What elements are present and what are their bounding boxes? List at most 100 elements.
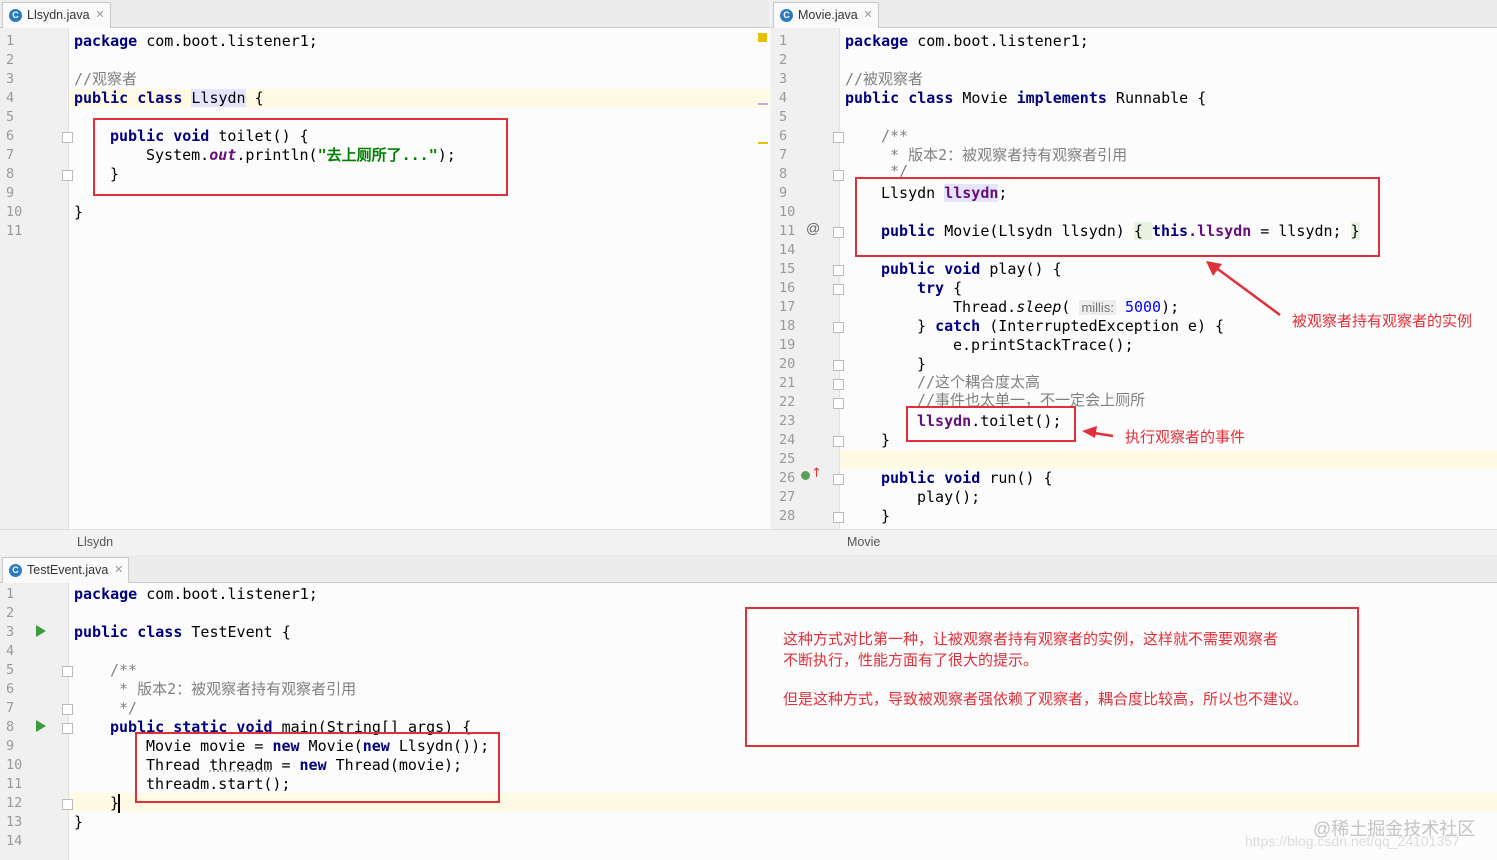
fold-marker[interactable] [833,474,844,485]
summary-text-1: 这种方式对比第一种，让被观察者持有观察者的实例，这样就不需要观察者 [783,631,1279,648]
line-number: 9 [779,185,788,201]
line-number: 6 [779,128,788,144]
line-number: 21 [779,375,796,391]
code-line: public void play() { [881,260,1062,278]
line-number: 24 [779,432,796,448]
fold-marker[interactable] [833,170,844,181]
line-gutter: 1 2 3 4 5 6 7 8 9 10 11 12 13 14 [0,583,73,860]
line-number: 10 [6,204,23,220]
line-number: 7 [6,147,15,163]
code-line: } catch (InterruptedException e) { [917,317,1225,335]
breadcrumb: Movie [771,529,1497,554]
tab-llsydn-java[interactable]: C Llsydn.java ✕ [2,2,111,28]
code-line: Thread.sleep( millis: 5000); [953,298,1180,316]
summary-text-3: 但是这种方式，导致被观察者强依赖了观察者，耦合度比较高，所以也不建议。 [783,691,1309,708]
fold-marker[interactable] [833,360,844,371]
highlight-box-field [855,177,1380,257]
line-number: 22 [779,394,796,410]
fold-marker[interactable] [833,322,844,333]
line-number: 8 [779,166,788,182]
fold-marker[interactable] [62,799,73,810]
line-number: 14 [779,242,796,258]
line-number: 13 [6,814,23,830]
warning-marker [758,33,767,42]
current-line-highlight [771,450,1497,469]
line-number: 2 [779,52,788,68]
fold-marker[interactable] [62,704,73,715]
code-line: try { [917,279,963,297]
fold-marker[interactable] [62,723,73,734]
fold-marker[interactable] [833,379,844,390]
line-number: 15 [779,261,796,277]
fold-marker[interactable] [833,227,844,238]
editor-testevent: C TestEvent.java ✕ 1 2 3 4 5 6 7 8 9 10 … [0,555,1497,860]
breadcrumb: Llsydn [0,529,770,554]
close-icon[interactable]: ✕ [114,558,123,583]
code-line: package com.boot.listener1; [845,32,1089,50]
fold-marker[interactable] [833,284,844,295]
line-number: 17 [779,299,796,315]
code-comment: /** [881,127,909,145]
tab-bar: C Movie.java ✕ [771,0,1497,28]
line-number: 11 [6,223,23,239]
line-number: 28 [779,508,796,524]
line-number: 5 [6,662,15,678]
line-number: 1 [6,33,15,49]
line-number: 12 [6,795,23,811]
param-hint: millis: [1079,300,1116,315]
line-number: 18 [779,318,796,334]
highlight-box-toilet [93,118,508,196]
run-icon[interactable] [36,625,46,637]
fold-marker[interactable] [62,170,73,181]
code-line: } [74,203,84,221]
line-number: 10 [779,204,796,220]
up-arrow-icon[interactable]: ↑ [811,466,822,481]
code-comment: //这个耦合度太高 [917,373,1041,391]
code-line: package com.boot.listener1; [74,32,318,50]
override-at-icon[interactable]: @ [806,220,820,236]
code-comment: * 版本2：被观察者持有观察者引用 [881,146,1128,164]
line-number: 11 [779,223,796,239]
code-comment: /** [110,661,138,679]
code-line: play(); [917,488,981,506]
fold-marker[interactable] [833,436,844,447]
close-icon[interactable]: ✕ [864,3,873,28]
fold-marker[interactable] [62,666,73,677]
line-number: 26 [779,470,796,486]
line-number: 27 [779,489,796,505]
highlight-box-main [135,732,500,803]
fold-marker[interactable] [833,512,844,523]
implements-method-icon[interactable] [801,471,810,480]
line-number: 16 [779,280,796,296]
fold-marker[interactable] [833,132,844,143]
line-number: 19 [779,337,796,353]
fold-marker[interactable] [833,265,844,276]
line-number: 3 [779,71,788,87]
line-number: 11 [6,776,23,792]
line-gutter: 1 2 3 4 5 6 7 8 9 10 11 14 15 16 17 18 1… [771,28,844,554]
line-number: 14 [6,833,23,849]
code-line: } [881,431,891,449]
line-number: 20 [779,356,796,372]
line-number: 9 [6,738,15,754]
line-number: 8 [6,166,15,182]
watermark-url: https://blog.csdn.net/qq_24101357 [1245,833,1460,849]
tab-label: Movie.java [798,8,858,22]
line-number: 7 [779,147,788,163]
fold-marker[interactable] [62,132,73,143]
close-icon[interactable]: ✕ [95,3,104,28]
code-line: package com.boot.listener1; [74,585,318,603]
line-number: 5 [779,109,788,125]
editor-movie: C Movie.java ✕ 1 2 3 4 5 6 7 8 9 10 11 1… [771,0,1497,554]
tab-testevent-java[interactable]: C TestEvent.java ✕ [2,557,130,583]
code-line: public void run() { [881,469,1053,487]
code-line: e.printStackTrace(); [953,336,1134,354]
code-comment: //被观察者 [845,70,924,88]
line-number: 6 [6,681,15,697]
tab-movie-java[interactable]: C Movie.java ✕ [773,2,879,28]
run-icon[interactable] [36,720,46,732]
scroll-marker [758,142,768,144]
fold-marker[interactable] [833,398,844,409]
line-number: 2 [6,52,15,68]
line-number: 8 [6,719,15,735]
